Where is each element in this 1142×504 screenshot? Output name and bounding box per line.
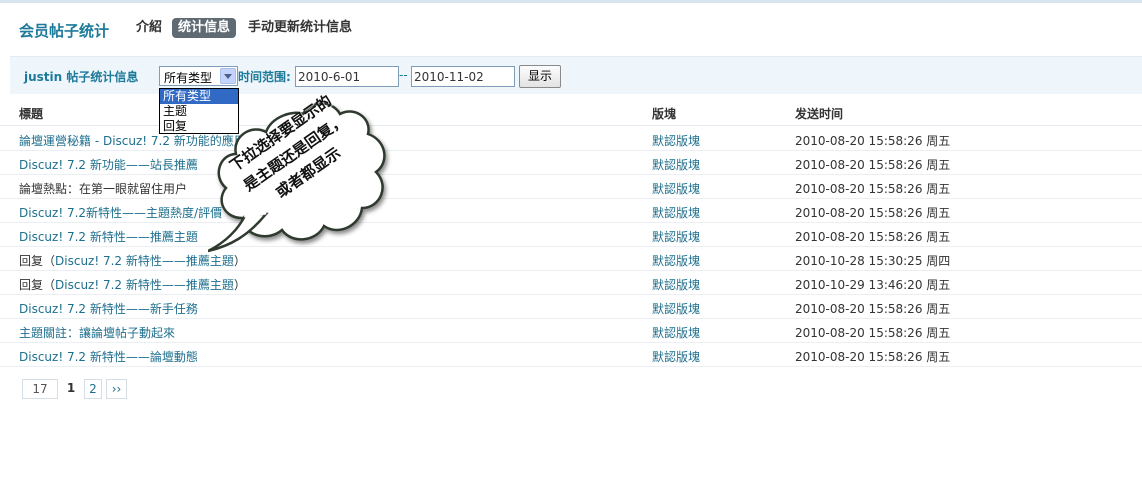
end-date-input[interactable]	[411, 66, 515, 87]
tab-manual-update[interactable]: 手动更新统计信息	[242, 18, 358, 38]
option-reply[interactable]: 回复	[160, 119, 238, 134]
post-time: 2010-10-28 15:30:25 周四	[795, 254, 951, 268]
page-total: 17	[22, 379, 58, 399]
board-link[interactable]: 默認版塊	[652, 324, 700, 341]
post-time: 2010-08-20 15:58:26 周五	[795, 350, 951, 364]
start-date-input[interactable]	[295, 66, 399, 87]
post-title-link[interactable]: 論壇運營秘籍 - Discuz! 7.2 新功能的應用	[19, 132, 246, 149]
post-title-link[interactable]: 論壇熱點：在第一眼就留住用户	[19, 180, 187, 197]
board-link[interactable]: 默認版塊	[652, 348, 700, 365]
type-select[interactable]: 所有类型	[159, 66, 238, 86]
table-row: Discuz! 7.2 新功能——站長推薦 默認版塊 2010-08-20 15…	[0, 151, 1142, 175]
reply-prefix: 回复（	[19, 278, 56, 292]
board-link[interactable]: 默認版塊	[652, 132, 700, 149]
table-row: Discuz! 7.2 新特性——推薦主題 默認版塊 2010-08-20 15…	[0, 223, 1142, 247]
header-board: 版塊	[652, 107, 677, 121]
board-link[interactable]: 默認版塊	[652, 252, 700, 269]
post-title-link[interactable]: Discuz! 7.2 新特性——推薦主題	[55, 278, 234, 292]
header-time: 发送时间	[795, 107, 844, 121]
board-link[interactable]: 默認版塊	[652, 204, 700, 221]
next-page-button[interactable]: ››	[106, 379, 127, 399]
chevron-down-icon[interactable]	[220, 68, 236, 84]
table-row: 回复（Discuz! 7.2 新特性——推薦主題） 默認版塊 2010-10-2…	[0, 247, 1142, 271]
post-title-link[interactable]: Discuz! 7.2 新特性——推薦主題	[19, 228, 198, 245]
page-header: 会员帖子统计 介紹 统计信息 手动更新统计信息	[0, 14, 1142, 44]
tab-intro[interactable]: 介紹	[130, 18, 168, 38]
post-title-link[interactable]: Discuz! 7.2 新特性——新手任務	[19, 300, 198, 317]
table-row: 主題關註：讓論壇帖子動起來 默認版塊 2010-08-20 15:58:26 周…	[0, 319, 1142, 343]
reply-suffix: ）	[233, 254, 246, 268]
post-time: 2010-08-20 15:58:26 周五	[795, 326, 951, 340]
post-title-link[interactable]: Discuz! 7.2新特性——主題熱度/評價	[19, 204, 222, 221]
time-range-label: 时间范围:	[238, 70, 291, 84]
header-title: 標題	[19, 107, 44, 121]
post-title-link[interactable]: Discuz! 7.2 新功能——站長推薦	[19, 156, 198, 173]
board-link[interactable]: 默認版塊	[652, 276, 700, 293]
table-row: 回复（Discuz! 7.2 新特性——推薦主題） 默認版塊 2010-10-2…	[0, 271, 1142, 295]
type-select-value: 所有类型	[164, 71, 213, 85]
reply-title: 回复（Discuz! 7.2 新特性——推薦主題）	[19, 276, 246, 293]
show-button[interactable]: 显示	[519, 65, 561, 88]
board-link[interactable]: 默認版塊	[652, 300, 700, 317]
post-title-link[interactable]: 主題關註：讓論壇帖子動起來	[19, 324, 175, 341]
table-row: Discuz! 7.2 新特性——新手任務 默認版塊 2010-08-20 15…	[0, 295, 1142, 319]
type-dropdown-list: 所有类型 主题 回复	[159, 88, 239, 134]
option-all-types[interactable]: 所有类型	[160, 89, 238, 104]
top-divider	[0, 0, 1142, 3]
post-time: 2010-08-20 15:58:26 周五	[795, 134, 951, 148]
user-stats-label: justin 帖子统计信息	[24, 70, 139, 84]
post-title-link[interactable]: Discuz! 7.2 新特性——論壇動態	[19, 348, 198, 365]
post-time: 2010-08-20 15:58:26 周五	[795, 302, 951, 316]
post-time: 2010-08-20 15:58:26 周五	[795, 206, 951, 220]
post-time: 2010-10-29 13:46:20 周五	[795, 278, 951, 292]
reply-title: 回复（Discuz! 7.2 新特性——推薦主題）	[19, 252, 246, 269]
page-title: 会员帖子统计	[19, 22, 110, 40]
board-link[interactable]: 默認版塊	[652, 228, 700, 245]
table-row: 論壇熱點：在第一眼就留住用户 默認版塊 2010-08-20 15:58:26 …	[0, 175, 1142, 199]
table-row: Discuz! 7.2新特性——主題熱度/評價 默認版塊 2010-08-20 …	[0, 199, 1142, 223]
tab-statistics[interactable]: 统计信息	[172, 18, 237, 38]
reply-prefix: 回复（	[19, 254, 56, 268]
post-time: 2010-08-20 15:58:26 周五	[795, 182, 951, 196]
page-current: 1	[66, 381, 76, 395]
post-time: 2010-08-20 15:58:26 周五	[795, 230, 951, 244]
post-title-link[interactable]: Discuz! 7.2 新特性——推薦主題	[55, 254, 234, 268]
table-row: Discuz! 7.2 新特性——論壇動態 默認版塊 2010-08-20 15…	[0, 343, 1142, 367]
post-time: 2010-08-20 15:58:26 周五	[795, 158, 951, 172]
option-topic[interactable]: 主题	[160, 104, 238, 119]
board-link[interactable]: 默認版塊	[652, 156, 700, 173]
date-separator: --	[399, 68, 408, 82]
reply-suffix: ）	[233, 278, 246, 292]
board-link[interactable]: 默認版塊	[652, 180, 700, 197]
page-link[interactable]: 2	[84, 379, 102, 399]
